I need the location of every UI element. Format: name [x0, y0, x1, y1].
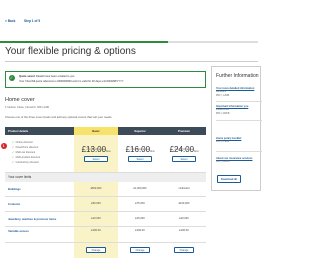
alert-reference: Your Churchill quote reference is 000000… — [19, 79, 124, 83]
sidebar-link-meta: should know — [216, 109, 229, 111]
cell-value: Unlimited — [178, 187, 190, 190]
row-label[interactable]: Contents — [8, 202, 20, 206]
cell-value: £20,000 — [179, 217, 189, 220]
features-row: 1 ✓ Online discount ✓ Fixed-Price discount… — [0, 135, 206, 173]
table-header: Product details Basic Superior Premium — [5, 127, 206, 135]
header-basic: Basic — [74, 127, 118, 135]
intro-text: Choose one of the three cover levels and… — [5, 115, 113, 119]
feature-item: ✓ Multi-car discount — [12, 151, 36, 154]
sidebar-link[interactable]: Important information you — [216, 105, 248, 108]
annual-price-premium: or £288.00 a year — [174, 148, 194, 151]
progress-fill — [0, 41, 168, 43]
cell-value: £1,000,000 — [133, 187, 147, 190]
cell-value: £50,000 — [91, 202, 101, 205]
tier-superior: £16.00/mo or £192.00 a year Select — [118, 135, 162, 173]
section-title: Home cover — [5, 97, 35, 103]
sidebar-link-meta: PDF | 420KB — [216, 113, 230, 115]
table-row: Variable excess £100.00 £100.00 £100.00 — [5, 227, 206, 243]
download-all-button[interactable]: Download all — [217, 175, 241, 183]
change-basic-button[interactable]: Change — [86, 247, 106, 253]
alert-title: Quote saved — [19, 75, 35, 78]
back-link[interactable]: < Back — [5, 19, 15, 23]
sidebar-link[interactable]: Your more detailed information — [216, 87, 254, 90]
annual-price-basic: or £156.00 a year — [86, 148, 106, 151]
feature-item: ✓ Introductory discount — [12, 161, 39, 164]
table-row: Contents £50,000 £75,000 £100,000 — [5, 197, 206, 212]
page-title: Your flexible pricing & options — [5, 46, 136, 57]
header-premium: Premium — [178, 129, 190, 133]
sidebar-link-meta: document — [216, 91, 227, 93]
cell-value: £100.00 — [91, 229, 101, 232]
sidebar-divider — [216, 120, 262, 121]
sidebar-link[interactable]: About our insurance services — [216, 157, 252, 160]
sidebar-divider — [216, 151, 262, 152]
annual-price-superior: or £192.00 a year — [130, 148, 150, 151]
feature-item: ✓ Fixed-Price discount — [12, 146, 39, 149]
change-premium-button[interactable]: Change — [174, 247, 194, 253]
cell-value: £10,000 — [91, 217, 101, 220]
change-superior-button[interactable]: Change — [130, 247, 150, 253]
table-row: Buildings £500,000 £1,000,000 Unlimited — [5, 182, 206, 197]
feature-item: ✓ Online discount — [12, 141, 33, 144]
sidebar-link-meta: PDF | 300KB — [216, 161, 230, 163]
quote-saved-alert: ✓ Quote saved: Details have been emailed… — [5, 71, 206, 88]
check-icon: ✓ — [12, 146, 15, 149]
progress-bar — [0, 41, 258, 43]
sidebar-link-meta: PDF | 1.2MB — [216, 95, 230, 97]
cell-value: £500,000 — [90, 187, 102, 190]
feature-badge: 1 — [0, 143, 7, 149]
cell-value: £100.00 — [179, 229, 189, 232]
cell-value: £75,000 — [135, 202, 145, 205]
sidebar-divider — [216, 101, 262, 102]
select-basic-button[interactable]: Select — [84, 156, 108, 162]
cell-value: £100,000 — [178, 202, 190, 205]
select-superior-button[interactable]: Select — [128, 156, 152, 162]
header-superior: Superior — [134, 129, 146, 133]
sidebar-link[interactable]: Home policy booklet — [216, 137, 241, 140]
check-icon: ✓ — [12, 156, 15, 159]
select-premium-button[interactable]: Select — [172, 156, 196, 162]
tier-premium: £24.00/mo or £288.00 a year Select — [162, 135, 206, 173]
check-icon: ✓ — [12, 141, 15, 144]
step-indicator: Step 1 of 5 — [24, 19, 41, 23]
top-bar: < Back Step 1 of 5 — [0, 0, 258, 32]
row-label[interactable]: Variable excess — [8, 229, 29, 233]
check-icon: ✓ — [12, 161, 15, 164]
cell-value: £100.00 — [135, 229, 145, 232]
title-divider — [5, 61, 258, 62]
alert-message-rest: : Details have been emailed to you — [34, 75, 75, 78]
row-label[interactable]: Buildings — [8, 187, 21, 191]
table-row: Jewellery, watches & precious items £10,… — [5, 212, 206, 227]
sidebar-link-meta: PDF | 2.1MB — [216, 141, 230, 143]
cover-limits-heading: Your cover limits — [5, 173, 206, 182]
further-information-panel: Further Information Your more detailed i… — [211, 66, 262, 191]
header-features: Product details — [8, 129, 29, 133]
property-address: 1 Nelson Close, Norwich, NR1 2AB — [5, 105, 49, 109]
sidebar-title: Further Information — [216, 73, 259, 79]
alert-message: Quote saved: Details have been emailed t… — [19, 75, 74, 78]
row-label[interactable]: Jewellery, watches & precious items — [8, 217, 56, 221]
tier-basic: £13.00/mo or £156.00 a year Select — [74, 135, 118, 173]
check-icon: ✓ — [8, 75, 15, 81]
change-row: Change Change Change — [5, 243, 206, 255]
cell-value: £15,000 — [135, 217, 145, 220]
feature-item: ✓ Multi-product discount — [12, 156, 41, 159]
check-icon: ✓ — [12, 151, 15, 154]
